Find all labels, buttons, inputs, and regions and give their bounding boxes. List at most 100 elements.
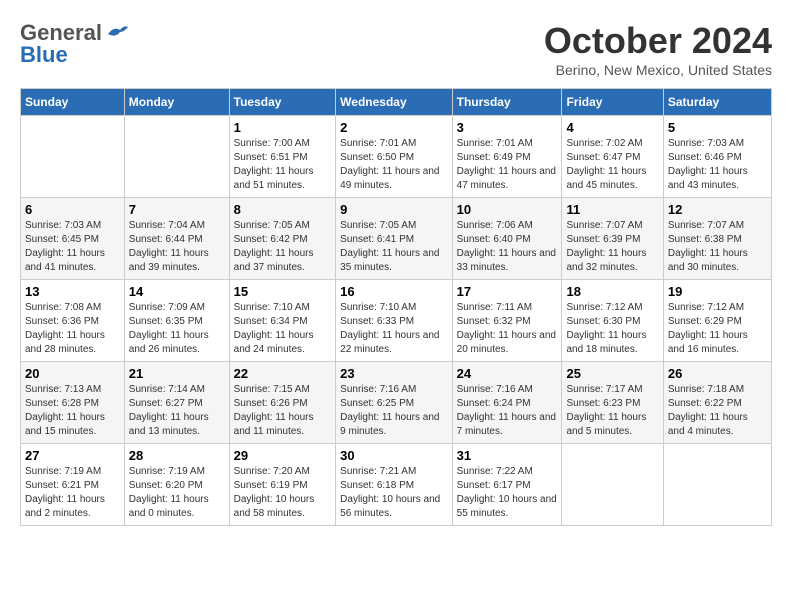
calendar-cell (562, 444, 663, 526)
calendar-cell: 17 Sunrise: 7:11 AM Sunset: 6:32 PM Dayli… (452, 280, 562, 362)
calendar-week-row: 20 Sunrise: 7:13 AM Sunset: 6:28 PM Dayli… (21, 362, 772, 444)
day-info: Sunrise: 7:07 AM Sunset: 6:38 PM Dayligh… (668, 219, 767, 275)
calendar-cell: 18Sunrise: 7:12 AM Sunset: 6:30 PM Dayli… (562, 280, 663, 362)
logo-bird-icon (106, 24, 128, 42)
day-info: Sunrise: 7:00 AM Sunset: 6:51 PM Dayligh… (234, 137, 332, 193)
day-info: Sunrise: 7:04 AM Sunset: 6:44 PM Dayligh… (129, 219, 225, 275)
day-info: Sunrise: 7:10 AM Sunset: 6:33 PM Dayligh… (340, 301, 447, 357)
day-info: Sunrise: 7:20 AM Sunset: 6:19 PM Dayligh… (234, 465, 332, 521)
calendar-cell: 1 Sunrise: 7:00 AM Sunset: 6:51 PM Daylig… (229, 116, 336, 198)
day-number: 25 (566, 366, 658, 381)
calendar-week-row: 13 Sunrise: 7:08 AM Sunset: 6:36 PM Dayli… (21, 280, 772, 362)
day-info: Sunrise: 7:13 AM Sunset: 6:28 PM Dayligh… (25, 383, 120, 439)
day-info: Sunrise: 7:02 AM Sunset: 6:47 PM Dayligh… (566, 137, 658, 193)
day-info: Sunrise: 7:10 AM Sunset: 6:34 PM Dayligh… (234, 301, 332, 357)
calendar-cell: 6 Sunrise: 7:03 AM Sunset: 6:45 PM Daylig… (21, 198, 125, 280)
day-info: Sunrise: 7:19 AM Sunset: 6:20 PM Dayligh… (129, 465, 225, 521)
calendar-cell (663, 444, 771, 526)
calendar-cell: 22 Sunrise: 7:15 AM Sunset: 6:26 PM Dayli… (229, 362, 336, 444)
calendar-week-row: 6 Sunrise: 7:03 AM Sunset: 6:45 PM Daylig… (21, 198, 772, 280)
calendar-week-row: 27 Sunrise: 7:19 AM Sunset: 6:21 PM Dayli… (21, 444, 772, 526)
calendar-cell (21, 116, 125, 198)
calendar-cell: 19 Sunrise: 7:12 AM Sunset: 6:29 PM Dayli… (663, 280, 771, 362)
day-info: Sunrise: 7:16 AM Sunset: 6:25 PM Dayligh… (340, 383, 447, 439)
day-number: 20 (25, 366, 120, 381)
day-number: 30 (340, 448, 447, 463)
day-info: Sunrise: 7:06 AM Sunset: 6:40 PM Dayligh… (457, 219, 558, 275)
calendar-header-row: SundayMondayTuesdayWednesdayThursdayFrid… (21, 89, 772, 116)
day-info: Sunrise: 7:14 AM Sunset: 6:27 PM Dayligh… (129, 383, 225, 439)
calendar-cell: 25 Sunrise: 7:17 AM Sunset: 6:23 PM Dayli… (562, 362, 663, 444)
day-number: 9 (340, 202, 447, 217)
location: Berino, New Mexico, United States (544, 62, 772, 78)
calendar-cell: 11 Sunrise: 7:07 AM Sunset: 6:39 PM Dayli… (562, 198, 663, 280)
calendar-cell: 14 Sunrise: 7:09 AM Sunset: 6:35 PM Dayli… (124, 280, 229, 362)
calendar-body: 1 Sunrise: 7:00 AM Sunset: 6:51 PM Daylig… (21, 116, 772, 526)
day-info: Sunrise: 7:15 AM Sunset: 6:26 PM Dayligh… (234, 383, 332, 439)
day-info: Sunrise: 7:01 AM Sunset: 6:49 PM Dayligh… (457, 137, 558, 193)
calendar-cell: 29 Sunrise: 7:20 AM Sunset: 6:19 PM Dayli… (229, 444, 336, 526)
calendar-cell: 21 Sunrise: 7:14 AM Sunset: 6:27 PM Dayli… (124, 362, 229, 444)
weekday-header-monday: Monday (124, 89, 229, 116)
day-number: 21 (129, 366, 225, 381)
day-info: Sunrise: 7:17 AM Sunset: 6:23 PM Dayligh… (566, 383, 658, 439)
day-number: 18 (566, 284, 658, 299)
title-area: October 2024 Berino, New Mexico, United … (544, 20, 772, 78)
day-number: 19 (668, 284, 767, 299)
day-info: Sunrise: 7:09 AM Sunset: 6:35 PM Dayligh… (129, 301, 225, 357)
calendar-cell: 24 Sunrise: 7:16 AM Sunset: 6:24 PM Dayli… (452, 362, 562, 444)
day-info: Sunrise: 7:08 AM Sunset: 6:36 PM Dayligh… (25, 301, 120, 357)
day-info: Sunrise: 7:07 AM Sunset: 6:39 PM Dayligh… (566, 219, 658, 275)
calendar-cell: 23 Sunrise: 7:16 AM Sunset: 6:25 PM Dayli… (336, 362, 452, 444)
calendar-cell: 5Sunrise: 7:03 AM Sunset: 6:46 PM Daylig… (663, 116, 771, 198)
day-info: Sunrise: 7:18 AM Sunset: 6:22 PM Dayligh… (668, 383, 767, 439)
calendar-cell: 2Sunrise: 7:01 AM Sunset: 6:50 PM Daylig… (336, 116, 452, 198)
weekday-header-wednesday: Wednesday (336, 89, 452, 116)
calendar-cell: 30Sunrise: 7:21 AM Sunset: 6:18 PM Dayli… (336, 444, 452, 526)
day-number: 15 (234, 284, 332, 299)
day-number: 31 (457, 448, 558, 463)
day-number: 27 (25, 448, 120, 463)
day-number: 5 (668, 120, 767, 135)
day-number: 22 (234, 366, 332, 381)
day-number: 11 (566, 202, 658, 217)
day-info: Sunrise: 7:03 AM Sunset: 6:45 PM Dayligh… (25, 219, 120, 275)
calendar-cell: 12 Sunrise: 7:07 AM Sunset: 6:38 PM Dayli… (663, 198, 771, 280)
calendar-cell: 20 Sunrise: 7:13 AM Sunset: 6:28 PM Dayli… (21, 362, 125, 444)
calendar-cell (124, 116, 229, 198)
day-number: 29 (234, 448, 332, 463)
calendar-cell: 16 Sunrise: 7:10 AM Sunset: 6:33 PM Dayli… (336, 280, 452, 362)
day-number: 26 (668, 366, 767, 381)
calendar-cell: 3 Sunrise: 7:01 AM Sunset: 6:49 PM Daylig… (452, 116, 562, 198)
day-info: Sunrise: 7:19 AM Sunset: 6:21 PM Dayligh… (25, 465, 120, 521)
day-number: 2 (340, 120, 447, 135)
day-number: 12 (668, 202, 767, 217)
day-number: 16 (340, 284, 447, 299)
day-number: 23 (340, 366, 447, 381)
day-number: 1 (234, 120, 332, 135)
month-title: October 2024 (544, 20, 772, 62)
day-number: 17 (457, 284, 558, 299)
day-info: Sunrise: 7:12 AM Sunset: 6:29 PM Dayligh… (668, 301, 767, 357)
calendar-cell: 31 Sunrise: 7:22 AM Sunset: 6:17 PM Dayli… (452, 444, 562, 526)
calendar-cell: 4Sunrise: 7:02 AM Sunset: 6:47 PM Daylig… (562, 116, 663, 198)
day-number: 7 (129, 202, 225, 217)
weekday-header-thursday: Thursday (452, 89, 562, 116)
calendar-cell: 8Sunrise: 7:05 AM Sunset: 6:42 PM Daylig… (229, 198, 336, 280)
day-number: 14 (129, 284, 225, 299)
day-number: 6 (25, 202, 120, 217)
calendar-cell: 9Sunrise: 7:05 AM Sunset: 6:41 PM Daylig… (336, 198, 452, 280)
calendar-cell: 27 Sunrise: 7:19 AM Sunset: 6:21 PM Dayli… (21, 444, 125, 526)
calendar-cell: 28 Sunrise: 7:19 AM Sunset: 6:20 PM Dayli… (124, 444, 229, 526)
day-number: 3 (457, 120, 558, 135)
day-number: 8 (234, 202, 332, 217)
day-number: 24 (457, 366, 558, 381)
weekday-header-tuesday: Tuesday (229, 89, 336, 116)
day-info: Sunrise: 7:22 AM Sunset: 6:17 PM Dayligh… (457, 465, 558, 521)
day-info: Sunrise: 7:11 AM Sunset: 6:32 PM Dayligh… (457, 301, 558, 357)
day-number: 13 (25, 284, 120, 299)
weekday-header-saturday: Saturday (663, 89, 771, 116)
day-number: 28 (129, 448, 225, 463)
calendar-cell: 15 Sunrise: 7:10 AM Sunset: 6:34 PM Dayli… (229, 280, 336, 362)
day-info: Sunrise: 7:16 AM Sunset: 6:24 PM Dayligh… (457, 383, 558, 439)
